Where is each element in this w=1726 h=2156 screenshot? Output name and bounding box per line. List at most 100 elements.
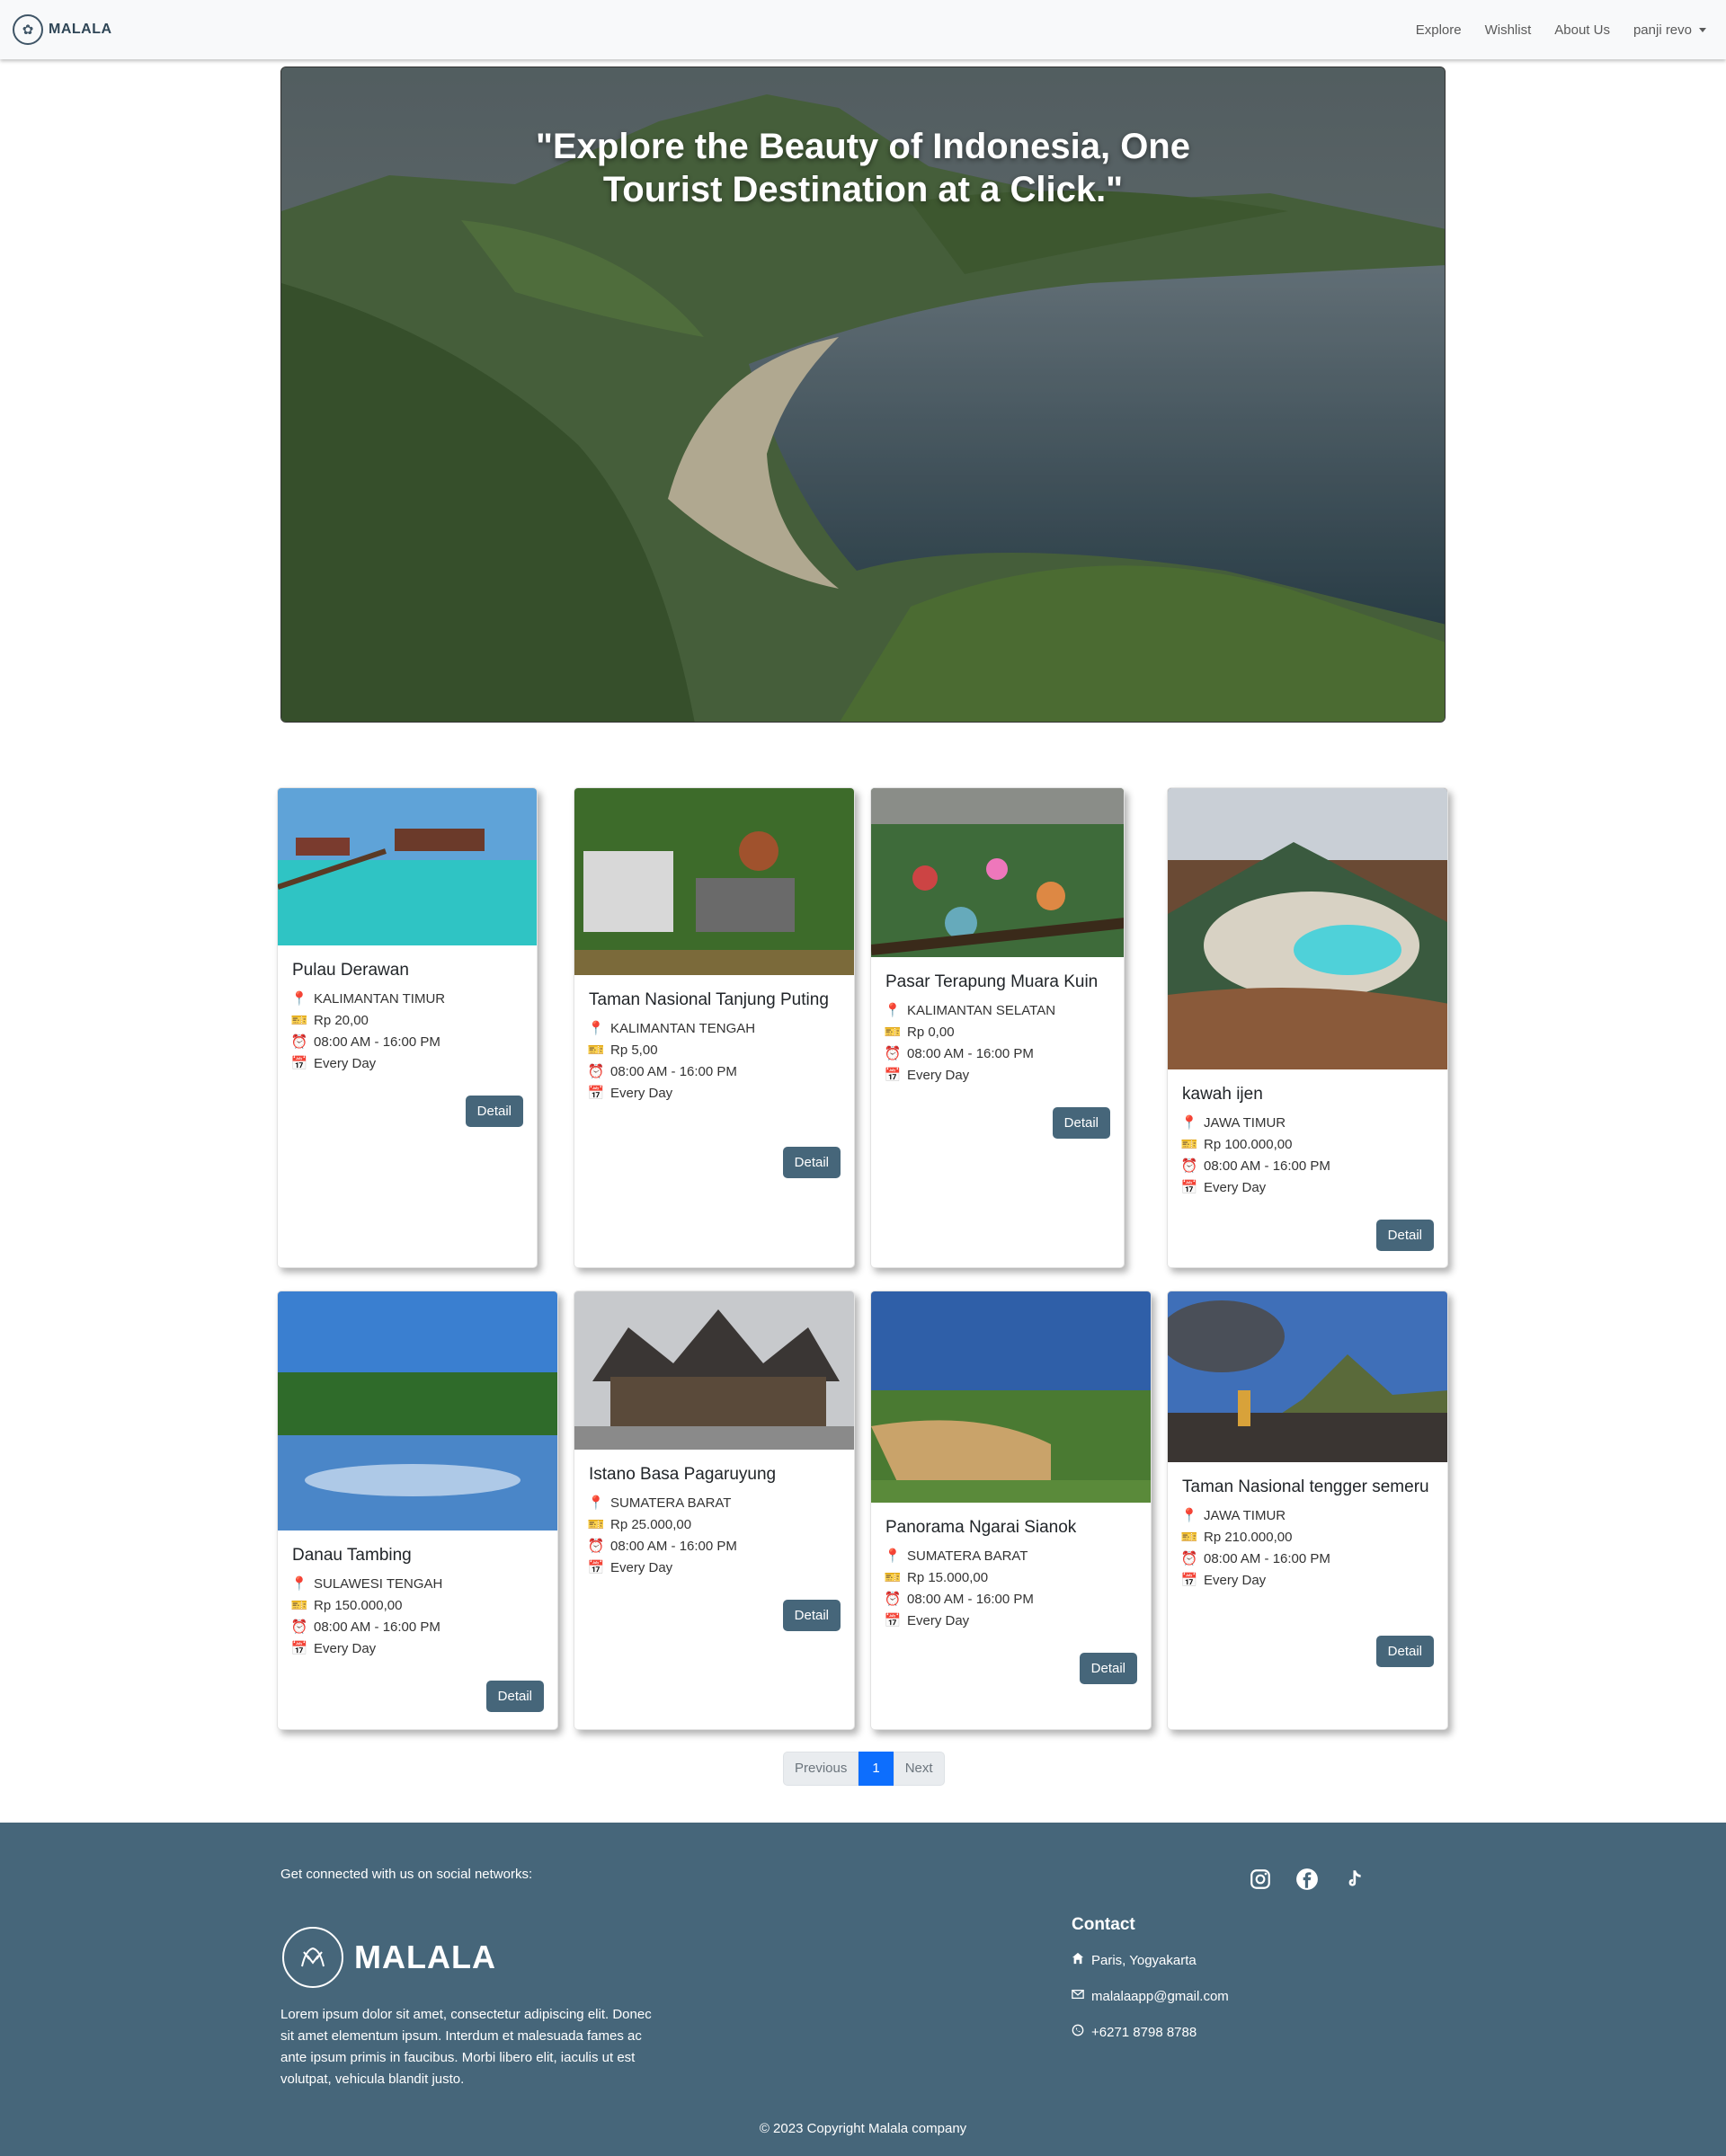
hours-text: 08:00 AM - 16:00 PM (907, 1046, 1034, 1061)
pagination: Previous 1 Next (783, 1752, 945, 1786)
ticket-icon: 🎫 (587, 1517, 605, 1532)
card-title: Pasar Terapung Muara Kuin (885, 972, 1099, 991)
map-pin-icon: 📍 (1180, 1115, 1198, 1131)
card-body: Panorama Ngarai Sianok 📍 SUMATERA BARAT 🎫… (871, 1503, 1151, 1632)
price-text: Rp 210.000,00 (1204, 1530, 1293, 1545)
alarm-clock-icon: ⏰ (290, 1619, 308, 1635)
detail-button[interactable]: Detail (1079, 1653, 1137, 1684)
nav-wishlist[interactable]: Wishlist (1485, 22, 1532, 38)
map-pin-icon: 📍 (884, 1548, 902, 1564)
destination-card: Pasar Terapung Muara Kuin 📍 KALIMANTAN SE… (870, 787, 1125, 1268)
destination-card: Panorama Ngarai Sianok 📍 SUMATERA BARAT 🎫… (870, 1291, 1152, 1730)
price-text: Rp 5,00 (610, 1043, 658, 1058)
previous-page-button[interactable]: Previous (783, 1752, 859, 1786)
map-pin-icon: 📍 (290, 1576, 308, 1592)
alarm-clock-icon: ⏰ (290, 1034, 308, 1050)
map-pin-icon: 📍 (1180, 1508, 1198, 1523)
next-page-button[interactable]: Next (893, 1752, 945, 1786)
social-icons (1248, 1867, 1366, 1892)
destination-image (1168, 1291, 1447, 1462)
detail-button[interactable]: Detail (485, 1681, 544, 1712)
user-dropdown[interactable]: panji revo (1633, 22, 1706, 38)
alarm-clock-icon: ⏰ (884, 1592, 902, 1607)
alarm-clock-icon: ⏰ (1180, 1551, 1198, 1566)
hours-text: 08:00 AM - 16:00 PM (1204, 1158, 1330, 1174)
location-row: 📍 SUMATERA BARAT (885, 1546, 1136, 1567)
location-row: 📍 SUMATERA BARAT (588, 1493, 840, 1514)
hours-row: ⏰ 08:00 AM - 16:00 PM (290, 1032, 522, 1053)
days-text: Every Day (314, 1641, 377, 1656)
price-row: 🎫 Rp 15.000,00 (885, 1567, 1136, 1589)
price-text: Rp 100.000,00 (1204, 1137, 1293, 1152)
card-title: Istano Basa Pagaruyung (589, 1465, 777, 1484)
price-text: Rp 0,00 (907, 1025, 955, 1040)
card-title: kawah ijen (1182, 1085, 1263, 1104)
days-text: Every Day (907, 1613, 970, 1628)
price-row: 🎫 Rp 100.000,00 (1181, 1134, 1433, 1156)
map-pin-icon: 📍 (587, 1021, 605, 1036)
calendar-icon: 📅 (1180, 1180, 1198, 1195)
user-name: panji revo (1633, 22, 1692, 38)
card-body: Taman Nasional tengger semeru 📍 JAWA TIMU… (1168, 1462, 1447, 1592)
facebook-icon[interactable] (1294, 1867, 1320, 1892)
days-text: Every Day (314, 1056, 377, 1071)
nav-about-us[interactable]: About Us (1554, 22, 1610, 38)
hours-text: 08:00 AM - 16:00 PM (314, 1034, 440, 1050)
location-text: SUMATERA BARAT (610, 1495, 732, 1511)
hours-row: ⏰ 08:00 AM - 16:00 PM (290, 1617, 543, 1638)
instagram-icon[interactable] (1248, 1867, 1273, 1892)
tiktok-icon[interactable] (1341, 1867, 1366, 1892)
detail-button[interactable]: Detail (465, 1096, 523, 1127)
detail-button[interactable]: Detail (1375, 1220, 1434, 1251)
destination-card: kawah ijen 📍 JAWA TIMUR 🎫 Rp 100.000,00 ⏰ 0… (1167, 787, 1448, 1268)
hours-row: ⏰ 08:00 AM - 16:00 PM (1181, 1156, 1433, 1177)
destination-card: Taman Nasional tengger semeru 📍 JAWA TIMU… (1167, 1291, 1448, 1730)
days-row: 📅 Every Day (587, 1083, 840, 1105)
destination-card: Istano Basa Pagaruyung 📍 SUMATERA BARAT 🎫… (574, 1291, 855, 1730)
footer-brand: MALALA (354, 1939, 496, 1975)
calendar-icon: 📅 (587, 1560, 605, 1575)
hours-text: 08:00 AM - 16:00 PM (610, 1539, 737, 1554)
page-1-button[interactable]: 1 (859, 1752, 894, 1786)
brand-link[interactable]: ✿ MALALA (13, 14, 112, 45)
whatsapp-icon (1072, 2024, 1084, 2040)
detail-button[interactable]: Detail (1052, 1107, 1110, 1139)
nav-explore[interactable]: Explore (1416, 22, 1462, 38)
calendar-icon: 📅 (884, 1613, 902, 1628)
hero-title: "Explore the Beauty of Indonesia, One To… (536, 127, 1190, 209)
envelope-icon (1072, 1988, 1084, 2004)
card-body: Pulau Derawan 📍 KALIMANTAN TIMUR 🎫 Rp 20,0… (278, 945, 537, 1075)
hours-row: ⏰ 08:00 AM - 16:00 PM (885, 1043, 1109, 1065)
detail-button[interactable]: Detail (782, 1600, 841, 1631)
price-text: Rp 25.000,00 (610, 1517, 692, 1532)
calendar-icon: 📅 (587, 1086, 605, 1101)
phone-text: +6271 8798 8788 (1091, 2024, 1197, 2040)
hours-row: ⏰ 08:00 AM - 16:00 PM (1180, 1548, 1433, 1570)
card-body: Taman Nasional Tanjung Puting 📍 KALIMANTA… (574, 975, 854, 1105)
detail-button[interactable]: Detail (782, 1147, 841, 1178)
ticket-icon: 🎫 (290, 1013, 308, 1028)
location-row: 📍 JAWA TIMUR (1180, 1113, 1433, 1134)
destination-image (871, 788, 1124, 957)
home-icon (1072, 1952, 1084, 1968)
email-text[interactable]: malalaapp@gmail.com (1091, 1989, 1229, 2004)
brand-name: MALALA (49, 22, 112, 37)
destination-image (278, 788, 537, 945)
location-row: 📍 KALIMANTAN TIMUR (291, 989, 522, 1010)
location-text: SUMATERA BARAT (907, 1548, 1028, 1564)
detail-button[interactable]: Detail (1375, 1636, 1434, 1667)
social-text: Get connected with us on social networks… (280, 1867, 533, 1882)
footer-logo: MALALA (282, 1927, 496, 1988)
days-row: 📅 Every Day (885, 1065, 1109, 1087)
card-body: Pasar Terapung Muara Kuin 📍 KALIMANTAN SE… (871, 957, 1124, 1087)
ticket-icon: 🎫 (1180, 1530, 1198, 1545)
location-text: JAWA TIMUR (1204, 1115, 1286, 1131)
location-row: 📍 JAWA TIMUR (1180, 1505, 1433, 1527)
malala-logo-icon: ✿ (13, 14, 43, 45)
price-text: Rp 15.000,00 (907, 1570, 989, 1585)
navbar: ✿ MALALA Explore Wishlist About Us panji… (0, 0, 1726, 59)
calendar-icon: 📅 (884, 1068, 902, 1083)
alarm-clock-icon: ⏰ (884, 1046, 902, 1061)
card-body: Istano Basa Pagaruyung 📍 SUMATERA BARAT 🎫… (574, 1450, 854, 1579)
hero-banner: "Explore the Beauty of Indonesia, One To… (280, 67, 1446, 723)
